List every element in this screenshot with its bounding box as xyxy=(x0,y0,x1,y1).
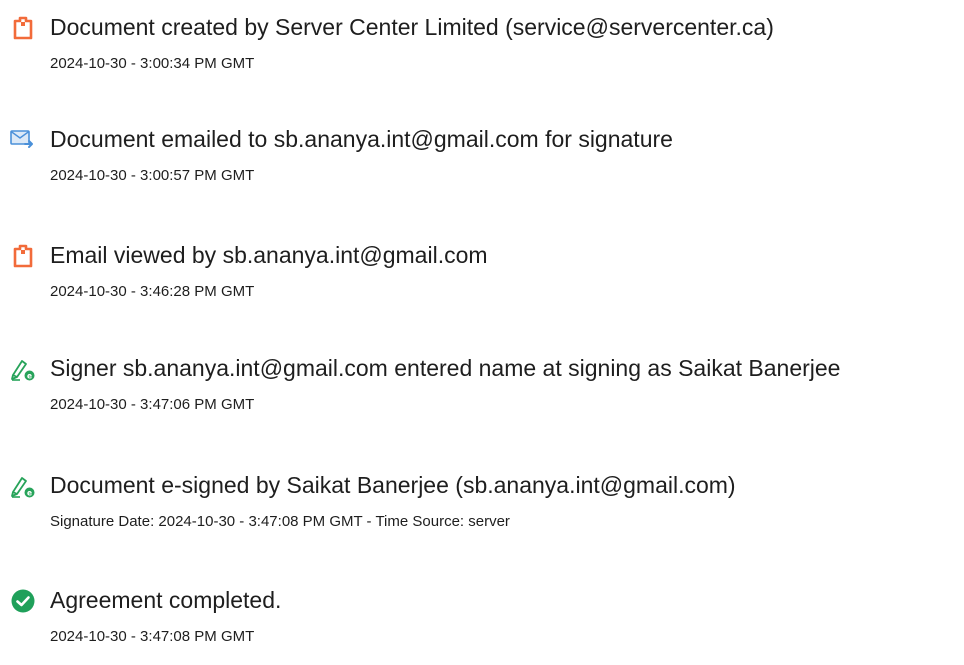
audit-event-document-created: Document created by Server Center Limite… xyxy=(0,12,964,92)
audit-event-document-e-signed: e Document e-signed by Saikat Banerjee (… xyxy=(0,470,964,550)
event-timestamp: 2024-10-30 - 3:00:57 PM GMT xyxy=(50,167,255,184)
event-title: Document emailed to sb.ananya.int@gmail.… xyxy=(50,126,673,152)
event-title: Document e-signed by Saikat Banerjee (sb… xyxy=(50,472,736,498)
event-title: Email viewed by sb.ananya.int@gmail.com xyxy=(50,242,488,268)
email-viewed-icon xyxy=(10,243,36,269)
event-timestamp: Signature Date: 2024-10-30 - 3:47:08 PM … xyxy=(50,513,510,530)
completed-check-icon xyxy=(10,588,36,614)
document-created-icon xyxy=(10,15,36,41)
audit-event-email-viewed: Email viewed by sb.ananya.int@gmail.com … xyxy=(0,240,964,320)
event-title: Agreement completed. xyxy=(50,587,282,613)
audit-event-document-emailed: Document emailed to sb.ananya.int@gmail.… xyxy=(0,124,964,204)
e-signed-icon: e xyxy=(10,473,36,499)
audit-event-signer-name-entered: e Signer sb.ananya.int@gmail.com entered… xyxy=(0,353,964,433)
event-timestamp: 2024-10-30 - 3:00:34 PM GMT xyxy=(50,55,255,72)
event-timestamp: 2024-10-30 - 3:47:08 PM GMT xyxy=(50,628,255,645)
event-title: Document created by Server Center Limite… xyxy=(50,14,774,40)
audit-event-agreement-completed: Agreement completed. 2024-10-30 - 3:47:0… xyxy=(0,585,964,665)
event-title: Signer sb.ananya.int@gmail.com entered n… xyxy=(50,355,841,381)
svg-text:e: e xyxy=(27,488,32,497)
event-timestamp: 2024-10-30 - 3:46:28 PM GMT xyxy=(50,283,255,300)
event-timestamp: 2024-10-30 - 3:47:06 PM GMT xyxy=(50,396,255,413)
email-sent-icon xyxy=(10,127,36,153)
signer-name-icon: e xyxy=(10,356,36,382)
svg-text:e: e xyxy=(27,371,32,380)
